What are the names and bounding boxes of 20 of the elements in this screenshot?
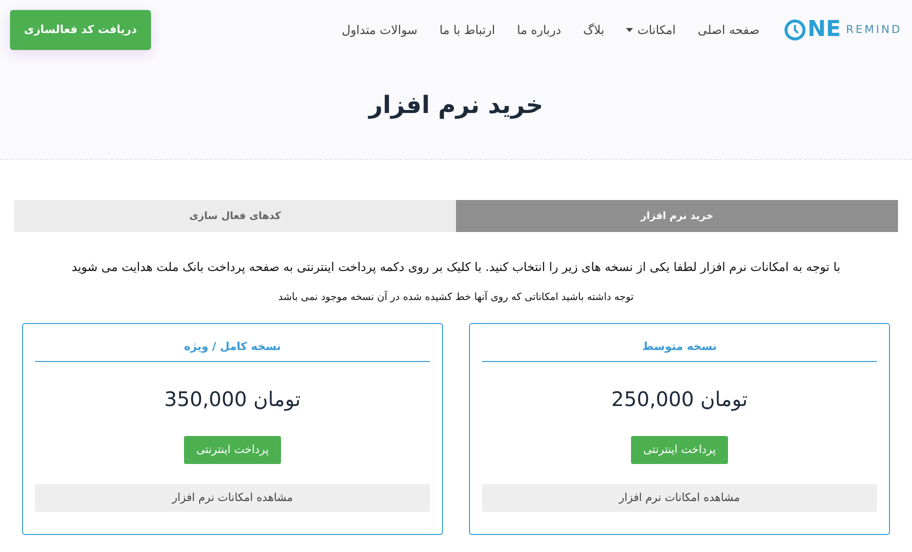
- plan-name: نسخه کامل / ویژه: [35, 324, 430, 362]
- plan-price: 350,000 تومان: [164, 386, 301, 413]
- note-text: توجه داشته باشید امکاناتی که روی آنها خط کشیده شده در آن نسخه موجود نمی باشد: [277, 290, 635, 305]
- nav-link[interactable]: صفحه اصلی: [698, 21, 760, 39]
- nav-link[interactable]: بلاگ: [583, 21, 604, 39]
- clock-icon: [784, 19, 806, 41]
- plan-name: نسخه متوسط: [482, 324, 877, 362]
- nav-link[interactable]: ارتباط با ما: [439, 21, 496, 39]
- view-features-button[interactable]: مشاهده امکانات نرم افزار: [35, 484, 430, 512]
- intro-text: با توجه به امکانات نرم افزار لطفا یکی از نسخه های زیر را انتخاب کنید. با کلیک بر روی دکمه پرداخت اینترنتی به صفحه پرداخت بانک ملت هدایت می شوید: [70, 259, 842, 276]
- nav-link[interactable]: امکانات: [626, 21, 676, 39]
- nav-link[interactable]: درباره ما: [517, 21, 562, 39]
- logo-word: REMIND: [846, 22, 902, 38]
- nav-link[interactable]: سوالات متداول: [342, 21, 418, 39]
- page-title: خرید نرم افزار: [368, 90, 544, 121]
- view-features-button[interactable]: مشاهده امکانات نرم افزار: [482, 484, 877, 512]
- logo-mark: NE: [808, 19, 841, 41]
- caret-icon: [626, 28, 634, 32]
- plan-price: 250,000 تومان: [611, 386, 748, 413]
- tab[interactable]: کدهای فعال سازی: [14, 200, 456, 232]
